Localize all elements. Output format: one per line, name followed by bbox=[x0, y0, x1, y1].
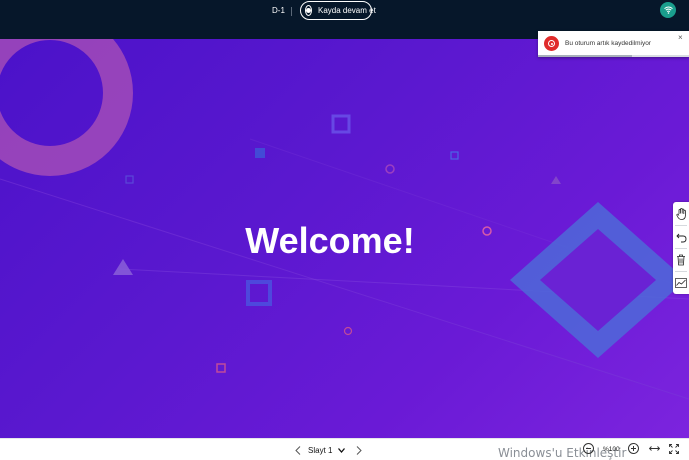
zoom-level: %100 bbox=[603, 446, 620, 453]
undo-tool[interactable] bbox=[673, 227, 689, 247]
toast-progress-track bbox=[538, 55, 689, 57]
chevron-right-icon bbox=[356, 445, 362, 455]
toast-close-button[interactable]: × bbox=[678, 34, 683, 42]
multi-user-tool[interactable] bbox=[673, 273, 689, 293]
recording-stopped-toast: Bu oturum artık kaydedilmiyor × bbox=[538, 31, 689, 57]
hand-icon bbox=[675, 208, 686, 220]
slide-selector-label: Slayt 1 bbox=[308, 445, 333, 455]
zoom-in-button[interactable] bbox=[628, 443, 639, 454]
wifi-icon bbox=[663, 6, 673, 14]
fit-to-width-button[interactable] bbox=[648, 443, 660, 454]
undo-icon bbox=[675, 233, 686, 242]
zoom-in-icon bbox=[631, 446, 636, 451]
toast-message: Bu oturum artık kaydedilmiyor bbox=[565, 40, 651, 47]
toast-progress-fill bbox=[538, 55, 632, 57]
chevron-down-icon bbox=[338, 447, 346, 453]
whiteboard-toolbar bbox=[673, 202, 689, 294]
zoom-out-icon bbox=[586, 448, 591, 449]
top-divider bbox=[291, 7, 292, 16]
connection-status-button[interactable] bbox=[660, 2, 676, 18]
delete-tool[interactable] bbox=[673, 250, 689, 270]
presentation-slide: Welcome! bbox=[0, 39, 689, 438]
record-icon bbox=[544, 36, 559, 51]
chevron-left-icon bbox=[295, 445, 301, 455]
room-name: D-1 bbox=[272, 6, 285, 15]
fullscreen-button[interactable] bbox=[668, 443, 680, 454]
trash-icon bbox=[677, 254, 685, 266]
zoom-out-button[interactable] bbox=[583, 443, 594, 454]
previous-slide-button[interactable] bbox=[292, 443, 304, 457]
fullscreen-icon bbox=[669, 443, 679, 454]
slide-title: Welcome! bbox=[245, 220, 415, 261]
slide-selector[interactable]: Slayt 1 bbox=[308, 443, 346, 457]
hand-tool[interactable] bbox=[673, 204, 689, 224]
fit-width-icon bbox=[648, 446, 660, 451]
next-slide-button[interactable] bbox=[353, 443, 365, 457]
resume-recording-button[interactable]: Kayda devam et bbox=[300, 1, 376, 20]
resume-recording-label: Kayda devam et bbox=[318, 5, 376, 15]
record-icon bbox=[305, 5, 312, 16]
line-chart-icon bbox=[675, 278, 687, 288]
